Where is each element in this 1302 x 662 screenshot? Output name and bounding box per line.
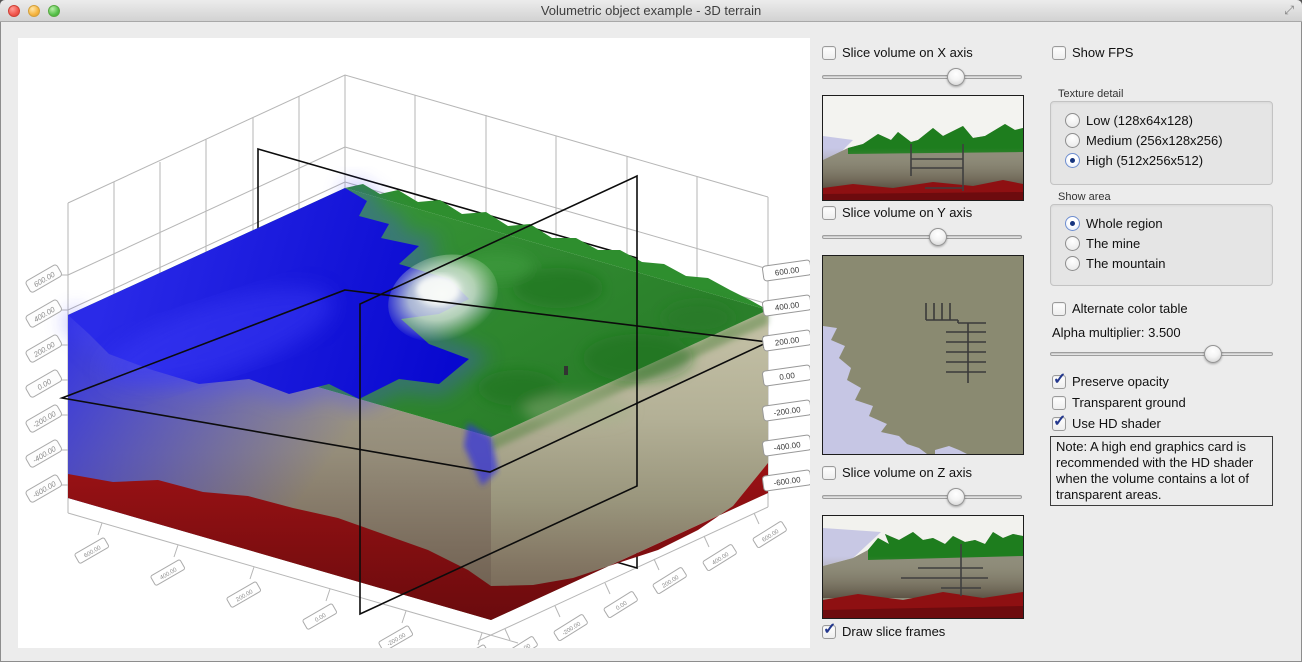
transparent-ground-checkbox[interactable]: Transparent ground <box>1052 395 1186 410</box>
slice-z-slider-knob[interactable] <box>947 488 965 506</box>
x-slice-preview <box>822 95 1024 201</box>
radio-area-the-mine-label[interactable]: The mine <box>1086 236 1140 251</box>
slice-x-slider-knob[interactable] <box>947 68 965 86</box>
transparent-ground-checkbox-label[interactable]: Transparent ground <box>1072 395 1186 410</box>
slice-z-slider[interactable] <box>822 488 1022 506</box>
fullscreen-icon[interactable]: ⤢ <box>1284 3 1294 18</box>
slice-x-checkbox-label[interactable]: Slice volume on X axis <box>842 45 973 60</box>
slice-x-checkbox[interactable]: Slice volume on X axis <box>822 45 973 60</box>
radio-texture-medium[interactable]: Medium (256x128x256) <box>1065 133 1272 148</box>
slice-x-slider[interactable] <box>822 68 1022 86</box>
radio-area-the-mountain-dot[interactable] <box>1065 256 1080 271</box>
y-slice-preview <box>822 255 1024 455</box>
draw-slice-frames-checkbox-label[interactable]: Draw slice frames <box>842 624 945 639</box>
show-fps-checkbox-box[interactable] <box>1052 46 1066 60</box>
terrain-3d-scene: 600.00 400.00 200.00 0.00 -200.00 -400.0… <box>18 38 810 648</box>
slice-z-checkbox-box[interactable] <box>822 466 836 480</box>
radio-texture-high-dot[interactable] <box>1065 153 1080 168</box>
show-area-group-label: Show area <box>1058 191 1111 203</box>
preserve-opacity-checkbox-label[interactable]: Preserve opacity <box>1072 374 1169 389</box>
slice-x-checkbox-box[interactable] <box>822 46 836 60</box>
app-window: Volumetric object example - 3D terrain ⤢ <box>0 0 1302 662</box>
radio-area-the-mine[interactable]: The mine <box>1065 236 1272 251</box>
alternate-color-table-checkbox-box[interactable] <box>1052 302 1066 316</box>
hd-shader-note: Note: A high end graphics card is recomm… <box>1050 436 1273 506</box>
slice-z-checkbox-label[interactable]: Slice volume on Z axis <box>842 465 972 480</box>
y-axis-left-labels: 600.00 400.00 200.00 0.00 -200.00 -400.0… <box>25 264 63 503</box>
preserve-opacity-checkbox[interactable]: Preserve opacity <box>1052 374 1169 389</box>
radio-texture-medium-label[interactable]: Medium (256x128x256) <box>1086 133 1223 148</box>
radio-area-whole-region-dot[interactable] <box>1065 216 1080 231</box>
radio-area-the-mountain-label[interactable]: The mountain <box>1086 256 1166 271</box>
z-slice-preview <box>822 515 1024 619</box>
alpha-multiplier-label: Alpha multiplier: 3.500 <box>1052 325 1181 340</box>
radio-texture-low-label[interactable]: Low (128x64x128) <box>1086 113 1193 128</box>
slice-y-slider[interactable] <box>822 228 1022 246</box>
slice-z-checkbox[interactable]: Slice volume on Z axis <box>822 465 972 480</box>
window-title: Volumetric object example - 3D terrain <box>0 3 1302 18</box>
draw-slice-frames-checkbox-box[interactable] <box>822 625 836 639</box>
use-hd-shader-checkbox[interactable]: Use HD shader <box>1052 416 1161 431</box>
alpha-multiplier-slider-knob[interactable] <box>1204 345 1222 363</box>
radio-area-whole-region[interactable]: Whole region <box>1065 216 1272 231</box>
draw-slice-frames-checkbox[interactable]: Draw slice frames <box>822 624 945 639</box>
slice-y-checkbox-label[interactable]: Slice volume on Y axis <box>842 205 972 220</box>
show-fps-checkbox-label[interactable]: Show FPS <box>1072 45 1133 60</box>
texture-detail-group-label: Texture detail <box>1058 88 1123 100</box>
radio-texture-high[interactable]: High (512x256x512) <box>1065 153 1272 168</box>
alpha-multiplier-slider-track[interactable] <box>1050 352 1273 356</box>
slice-z-slider-track[interactable] <box>822 495 1022 499</box>
radio-texture-low[interactable]: Low (128x64x128) <box>1065 113 1272 128</box>
slice-y-checkbox-box[interactable] <box>822 206 836 220</box>
slice-y-checkbox[interactable]: Slice volume on Y axis <box>822 205 972 220</box>
radio-area-the-mine-dot[interactable] <box>1065 236 1080 251</box>
slice-x-slider-track[interactable] <box>822 75 1022 79</box>
transparent-ground-checkbox-box[interactable] <box>1052 396 1066 410</box>
y-axis-right-labels: 600.00 400.00 200.00 0.00 -200.00 -400.0… <box>762 260 810 492</box>
radio-texture-medium-dot[interactable] <box>1065 133 1080 148</box>
show-fps-checkbox[interactable]: Show FPS <box>1052 45 1133 60</box>
use-hd-shader-checkbox-label[interactable]: Use HD shader <box>1072 416 1161 431</box>
texture-detail-group: Low (128x64x128) Medium (256x128x256) Hi… <box>1050 101 1273 185</box>
slice-y-slider-track[interactable] <box>822 235 1022 239</box>
terrain-volume <box>68 184 768 620</box>
alternate-color-table-checkbox-label[interactable]: Alternate color table <box>1072 301 1188 316</box>
slice-y-slider-knob[interactable] <box>929 228 947 246</box>
radio-area-the-mountain[interactable]: The mountain <box>1065 256 1272 271</box>
radio-area-whole-region-label[interactable]: Whole region <box>1086 216 1163 231</box>
alpha-multiplier-slider[interactable] <box>1050 345 1273 363</box>
show-area-group: Whole region The mine The mountain <box>1050 204 1273 286</box>
use-hd-shader-checkbox-box[interactable] <box>1052 417 1066 431</box>
titlebar: Volumetric object example - 3D terrain ⤢ <box>0 0 1302 22</box>
radio-texture-low-dot[interactable] <box>1065 113 1080 128</box>
radio-texture-high-label[interactable]: High (512x256x512) <box>1086 153 1203 168</box>
alternate-color-table-checkbox[interactable]: Alternate color table <box>1052 301 1188 316</box>
preserve-opacity-checkbox-box[interactable] <box>1052 375 1066 389</box>
terrain-3d-viewport[interactable]: 600.00 400.00 200.00 0.00 -200.00 -400.0… <box>18 38 810 648</box>
